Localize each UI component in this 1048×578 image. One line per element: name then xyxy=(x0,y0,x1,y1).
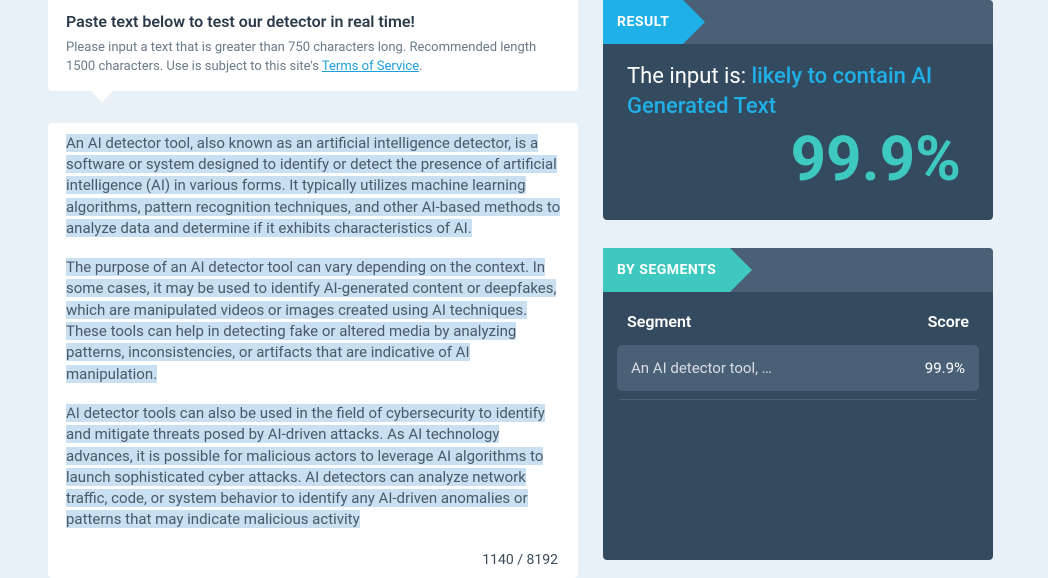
segments-badge: BY SEGMENTS xyxy=(603,248,730,292)
segment-row[interactable]: An AI detector tool, … 99.9% xyxy=(617,345,979,391)
header-sub-after: . xyxy=(419,59,422,74)
segment-col-header: Segment xyxy=(627,312,691,331)
header-title: Paste text below to test our detector in… xyxy=(66,12,560,31)
result-card: RESULT The input is: likely to contain A… xyxy=(603,0,993,220)
input-panel: An AI detector tool, also known as an ar… xyxy=(48,123,578,578)
header-subtitle: Please input a text that is greater than… xyxy=(66,39,560,77)
input-paragraph-1: An AI detector tool, also known as an ar… xyxy=(66,134,560,237)
result-badge-bar: RESULT xyxy=(603,0,993,44)
result-prefix: The input is: xyxy=(627,64,752,89)
segment-list: An AI detector tool, … 99.9% xyxy=(603,345,993,400)
char-count-max: 8192 xyxy=(527,552,558,568)
char-count: 1140 / 8192 xyxy=(66,546,572,572)
score-col-header: Score xyxy=(928,312,969,331)
tos-link[interactable]: Terms of Service xyxy=(322,59,419,74)
input-paragraph-3: AI detector tools can also be used in th… xyxy=(66,404,545,528)
segment-label: An AI detector tool, … xyxy=(631,359,772,377)
segments-headers: Segment Score xyxy=(603,292,993,345)
segment-score: 99.9% xyxy=(925,359,965,377)
result-badge: RESULT xyxy=(603,0,683,44)
input-paragraph-2: The purpose of an AI detector tool can v… xyxy=(66,258,556,382)
speech-tail xyxy=(90,89,114,103)
segment-divider xyxy=(619,399,977,400)
text-input[interactable]: An AI detector tool, also known as an ar… xyxy=(66,133,572,546)
result-percent: 99.9% xyxy=(627,123,969,196)
header-sub-text: Please input a text that is greater than… xyxy=(66,40,536,74)
segments-card: BY SEGMENTS Segment Score An AI detector… xyxy=(603,248,993,560)
segments-badge-bar: BY SEGMENTS xyxy=(603,248,993,292)
header-section: Paste text below to test our detector in… xyxy=(48,0,578,91)
char-count-current: 1140 xyxy=(482,552,513,568)
result-text: The input is: likely to contain AI Gener… xyxy=(627,62,969,121)
